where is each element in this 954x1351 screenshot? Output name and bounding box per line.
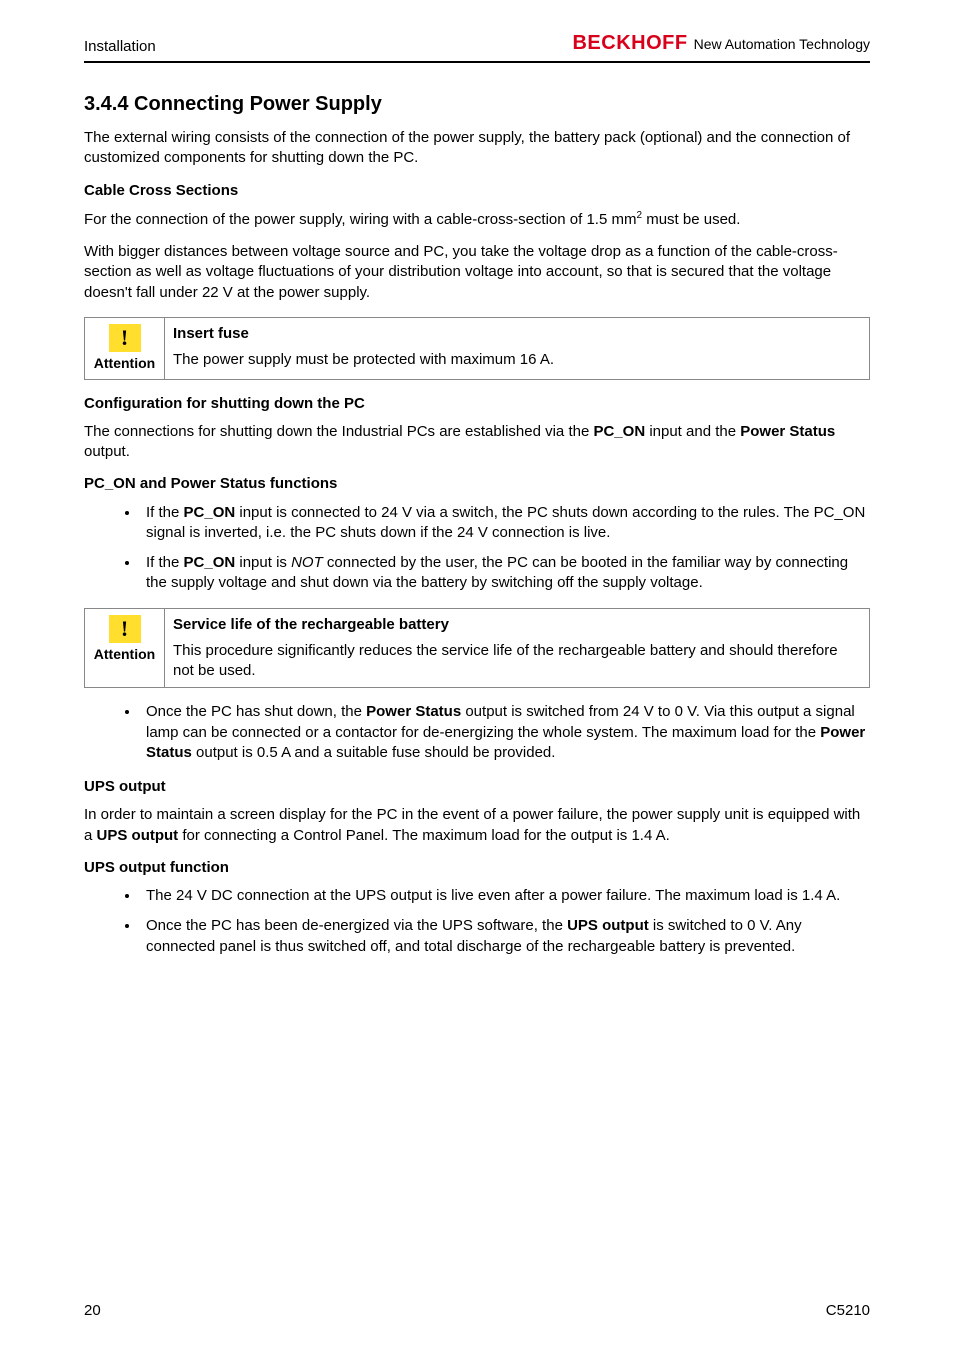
cable-heading: Cable Cross Sections: [84, 181, 870, 201]
ups-func-heading: UPS output function: [84, 858, 870, 878]
attention-icon: !: [109, 324, 141, 352]
note-body: This procedure significantly reduces the…: [173, 641, 861, 682]
ups-output-heading: UPS output: [84, 777, 870, 797]
ups-output-label: UPS output: [97, 827, 179, 844]
attention-label: Attention: [93, 354, 156, 373]
text: input is: [235, 554, 291, 571]
page-number: 20: [84, 1301, 101, 1321]
ups-output-para: In order to maintain a screen display fo…: [84, 805, 870, 846]
note-title: Insert fuse: [173, 324, 861, 344]
after-battery-bullets: Once the PC has shut down, the Power Sta…: [84, 702, 870, 763]
page-header: Installation BECKHOFF New Automation Tec…: [84, 30, 870, 63]
config-heading: Configuration for shutting down the PC: [84, 394, 870, 414]
pc-on-label: PC_ON: [184, 554, 236, 571]
attention-icon-cell: ! Attention: [85, 317, 165, 379]
pc-on-label: PC_ON: [184, 504, 236, 521]
brand-logo: BECKHOFF New Automation Technology: [572, 30, 870, 57]
cable-para-1: For the connection of the power supply, …: [84, 209, 870, 230]
text: Once the PC has been de-energized via th…: [146, 917, 567, 934]
list-item: Once the PC has shut down, the Power Sta…: [140, 702, 870, 763]
battery-attention-box: ! Attention Service life of the recharge…: [84, 608, 870, 689]
pcon-funcs-heading: PC_ON and Power Status functions: [84, 474, 870, 494]
intro-paragraph: The external wiring consists of the conn…: [84, 128, 870, 169]
text: If the: [146, 554, 184, 571]
power-status-label: Power Status: [366, 703, 461, 720]
attention-content: Service life of the rechargeable battery…: [165, 608, 870, 688]
ups-func-bullets: The 24 V DC connection at the UPS output…: [84, 886, 870, 957]
attention-icon-cell: ! Attention: [85, 608, 165, 688]
text: Once the PC has shut down, the: [146, 703, 366, 720]
cable-para-2: With bigger distances between voltage so…: [84, 242, 870, 303]
text: output.: [84, 443, 130, 460]
text: If the: [146, 504, 184, 521]
note-body: The power supply must be protected with …: [173, 350, 861, 370]
ups-output-label: UPS output: [567, 917, 649, 934]
text: The connections for shutting down the In…: [84, 423, 593, 440]
note-title: Service life of the rechargeable battery: [173, 615, 861, 635]
text: For the connection of the power supply, …: [84, 211, 636, 228]
header-section-name: Installation: [84, 37, 156, 57]
power-status-label: Power Status: [740, 423, 835, 440]
doc-id: C5210: [826, 1301, 870, 1321]
logo-tagline: New Automation Technology: [694, 35, 870, 54]
attention-icon: !: [109, 615, 141, 643]
list-item: The 24 V DC connection at the UPS output…: [140, 886, 870, 906]
not-emphasis: NOT: [291, 554, 323, 571]
pc-on-label: PC_ON: [593, 423, 645, 440]
text: input is connected to 24 V via a switch,…: [146, 504, 865, 541]
text: must be used.: [642, 211, 740, 228]
text: output is 0.5 A and a suitable fuse shou…: [192, 744, 556, 761]
pcon-bullets: If the PC_ON input is connected to 24 V …: [84, 503, 870, 594]
attention-content: Insert fuse The power supply must be pro…: [165, 317, 870, 379]
fuse-attention-box: ! Attention Insert fuse The power supply…: [84, 317, 870, 380]
config-para: The connections for shutting down the In…: [84, 422, 870, 463]
section-heading: 3.4.4 Connecting Power Supply: [84, 91, 870, 118]
list-item: Once the PC has been de-energized via th…: [140, 916, 870, 957]
attention-label: Attention: [93, 645, 156, 664]
text: input and the: [645, 423, 740, 440]
logo-text: BECKHOFF: [572, 30, 687, 57]
text: for connecting a Control Panel. The maxi…: [178, 827, 670, 844]
list-item: If the PC_ON input is NOT connected by t…: [140, 553, 870, 594]
list-item: If the PC_ON input is connected to 24 V …: [140, 503, 870, 544]
page-footer: 20 C5210: [84, 1301, 870, 1321]
